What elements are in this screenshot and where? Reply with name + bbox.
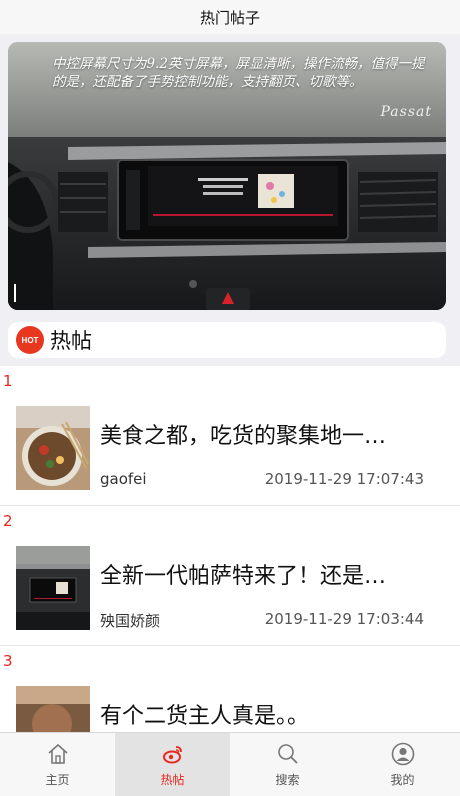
post-title: 有个二货主人真是。。	[100, 704, 310, 729]
banner-caption: 中控屏幕尺寸为9.2英寸屏幕，屏显清晰，操作流畅，值得一提的是，还配备了手势控制…	[52, 56, 425, 90]
post-author: 殃国娇颜	[100, 612, 161, 630]
home-icon	[45, 741, 71, 767]
banner-page-indicator	[14, 284, 16, 302]
weibo-icon	[160, 741, 186, 767]
tab-bar: 主页 热帖 搜索 我的	[0, 732, 460, 796]
tab-search-label: 搜索	[275, 773, 300, 787]
tab-home[interactable]: 主页	[0, 733, 115, 796]
banner-carousel[interactable]: 中控屏幕尺寸为9.2英寸屏幕，屏显清晰，操作流畅，值得一提的是，还配备了手势控制…	[8, 42, 446, 310]
list-item[interactable]: 2 全新一代帕萨特来了！还是… 殃国娇颜 2019-11-29 17:03:44	[0, 506, 460, 646]
tab-profile-label: 我的	[390, 773, 415, 787]
post-rank: 3	[3, 652, 13, 670]
tab-hot-posts-label: 热帖	[160, 773, 185, 787]
post-author: gaofei	[100, 470, 147, 488]
page-title: 热门帖子	[199, 8, 260, 27]
post-thumbnail	[16, 546, 90, 630]
tab-profile[interactable]: 我的	[345, 733, 460, 796]
list-item[interactable]: 1 美食之都，吃货的聚集地一… gaofei 2019-11-29 17:07:…	[0, 366, 460, 506]
post-title: 美食之都，吃货的聚集地一…	[100, 424, 387, 449]
post-rank: 2	[3, 512, 13, 530]
post-timestamp: 2019-11-29 17:07:43	[264, 470, 424, 488]
search-icon	[275, 741, 301, 767]
post-title: 全新一代帕萨特来了！还是…	[100, 564, 387, 589]
post-rank: 1	[3, 372, 13, 390]
navbar: 热门帖子	[0, 0, 460, 34]
banner-watermark: Passat	[380, 104, 432, 120]
tab-hot-posts[interactable]: 热帖	[115, 733, 230, 796]
section-header: HOT 热帖	[8, 322, 446, 358]
tab-search[interactable]: 搜索	[230, 733, 345, 796]
section-title: 热帖	[50, 329, 92, 353]
post-thumbnail	[16, 406, 90, 490]
hot-badge-label: HOT	[21, 335, 39, 345]
post-timestamp: 2019-11-29 17:03:44	[264, 610, 424, 628]
post-thumbnail	[16, 686, 90, 732]
post-list[interactable]: 1 美食之都，吃货的聚集地一… gaofei 2019-11-29 17:07:…	[0, 366, 460, 732]
list-item[interactable]: 3 有个二货主人真是。。	[0, 646, 460, 732]
hot-icon: HOT	[16, 326, 44, 354]
user-icon	[390, 741, 416, 767]
tab-home-label: 主页	[45, 773, 70, 787]
